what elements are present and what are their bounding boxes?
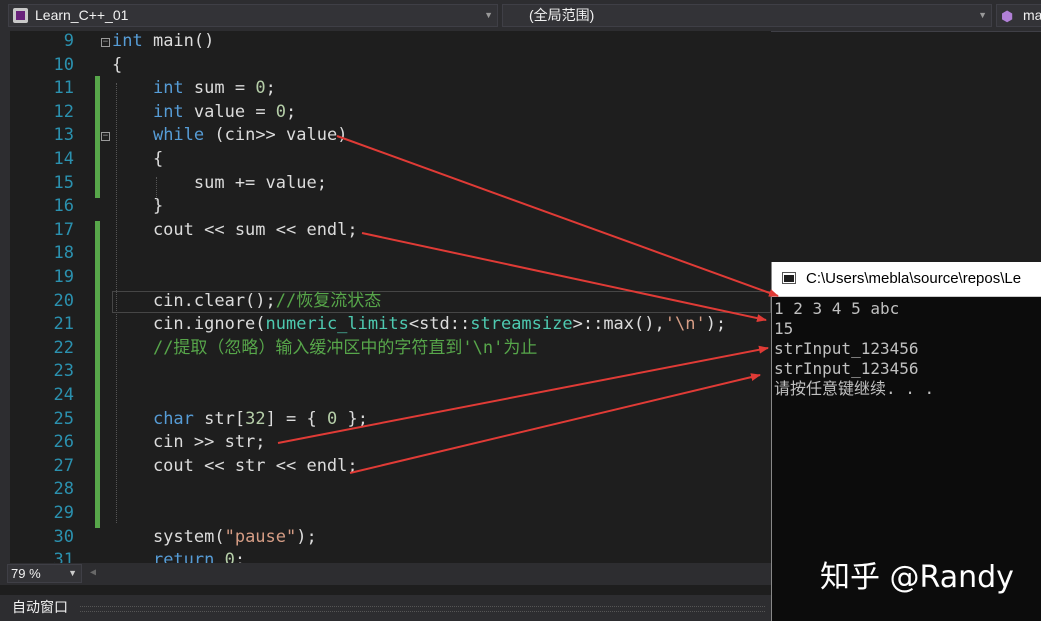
line-number: 15	[53, 172, 74, 193]
line-number: 17	[53, 219, 74, 240]
console-titlebar[interactable]: C:\Users\mebla\source\repos\Le	[772, 262, 1041, 297]
code-text: {	[112, 54, 123, 75]
project-dropdown[interactable]: Learn_C++_01 ▼	[8, 4, 498, 27]
code-line[interactable]: 30 system("pause");	[0, 526, 771, 550]
code-line[interactable]: 28	[0, 478, 771, 502]
member-dropdown[interactable]: ⬢ ma	[996, 4, 1041, 27]
code-line[interactable]: 15 sum += value;	[0, 172, 771, 196]
code-line[interactable]: 31 return 0;	[0, 549, 771, 563]
line-number: 22	[53, 337, 74, 358]
code-line[interactable]: 14 {	[0, 148, 771, 172]
chevron-down-icon: ▼	[484, 10, 493, 20]
code-text: int main()	[112, 31, 215, 51]
line-number: 13	[53, 125, 74, 146]
code-line[interactable]: 23	[0, 360, 771, 384]
console-line: strInput_123456	[774, 339, 919, 358]
code-line[interactable]: 27 cout << str << endl;	[0, 455, 771, 479]
line-number: 16	[53, 196, 74, 217]
code-text: {	[112, 149, 164, 169]
line-number: 9	[63, 31, 74, 51]
console-title: C:\Users\mebla\source\repos\Le	[806, 270, 1022, 287]
line-number: 24	[53, 385, 74, 405]
code-text: while (cin>> value)	[152, 125, 348, 146]
zoom-dropdown[interactable]: 79 % ▼	[7, 564, 82, 583]
code-text: cin >> str;	[112, 432, 266, 453]
code-text: sum += value;	[112, 172, 327, 193]
project-icon	[13, 8, 28, 23]
code-line[interactable]: 16 }	[0, 195, 771, 219]
code-line[interactable]: 19	[0, 266, 771, 290]
line-number: 10	[53, 54, 74, 75]
code-line[interactable]: 20 cin.clear();//恢复流状态	[0, 290, 771, 314]
line-number: 19	[53, 267, 74, 287]
line-number: 18	[53, 243, 74, 264]
cube-icon: ⬢	[1001, 8, 1014, 24]
code-line[interactable]: 25 char str[32] = { 0 };	[0, 408, 771, 432]
line-number: 23	[53, 361, 74, 382]
code-line[interactable]: 29	[0, 502, 771, 526]
zoom-level: 79 %	[11, 566, 41, 581]
code-line[interactable]: 18	[0, 242, 771, 266]
code-text: return 0;	[152, 550, 246, 563]
console-line: 15	[774, 319, 794, 338]
code-line[interactable]: 17 cout << sum << endl;	[0, 219, 771, 243]
member-label: ma	[1023, 7, 1041, 23]
code-text: cout << sum << endl;	[112, 219, 358, 240]
code-line[interactable]: 11 int sum = 0;	[0, 77, 771, 101]
code-line[interactable]: 9 int main()	[0, 31, 771, 54]
console-app-icon	[782, 272, 796, 284]
line-number: 31	[53, 550, 74, 563]
line-number: 30	[53, 526, 74, 547]
console-line: 请按任意键继续. . .	[774, 379, 935, 398]
console-line: strInput_123456	[774, 359, 919, 378]
console-line: 1 2 3 4 5 abc	[774, 299, 900, 318]
code-line[interactable]: 21 cin.ignore(numeric_limits<std::stream…	[0, 313, 771, 337]
code-text: cin.ignore(numeric_limits<std::streamsiz…	[112, 314, 727, 335]
line-number: 21	[53, 314, 74, 335]
code-text: }	[112, 196, 164, 217]
project-name: Learn_C++_01	[35, 7, 129, 23]
line-number: 27	[53, 455, 74, 476]
auto-window-label: 自动窗口	[12, 599, 68, 615]
editor-status-row: 79 % ▼ ◀	[0, 563, 771, 585]
line-number: 26	[53, 432, 74, 453]
code-text: int sum = 0;	[152, 78, 276, 99]
chevron-down-icon: ▼	[68, 568, 77, 578]
scope-dropdown[interactable]: (全局范围) ▼	[502, 4, 992, 27]
code-line[interactable]: 22 //提取（忽略）输入缓冲区中的字符直到'\n'为止	[0, 337, 771, 361]
scroll-left-icon[interactable]: ◀	[90, 567, 96, 578]
chevron-down-icon: ▼	[978, 10, 987, 20]
code-text: //提取（忽略）输入缓冲区中的字符直到'\n'为止	[152, 337, 538, 358]
panel-grip[interactable]	[80, 606, 765, 612]
line-number: 29	[53, 503, 74, 523]
code-text: cin.clear();//恢复流状态	[112, 290, 382, 311]
code-text: int value = 0;	[152, 101, 297, 122]
code-line[interactable]: 10 {	[0, 54, 771, 78]
line-number: 25	[53, 408, 74, 429]
line-number: 14	[53, 149, 74, 169]
line-number: 12	[53, 101, 74, 122]
navigation-bar: Learn_C++_01 ▼ (全局范围) ▼ ⬢ ma	[0, 0, 1041, 32]
auto-window-tab[interactable]: 自动窗口	[0, 585, 771, 621]
code-line[interactable]: 13 while (cin>> value)	[0, 124, 771, 148]
code-line[interactable]: 12 int value = 0;	[0, 101, 771, 125]
code-line[interactable]: 24	[0, 384, 771, 408]
scope-label: (全局范围)	[529, 7, 595, 23]
line-number: 11	[53, 78, 74, 99]
watermark: 知乎 @Randy	[820, 560, 1014, 595]
code-text: system("pause");	[112, 526, 317, 547]
code-text: char str[32] = { 0 };	[152, 408, 368, 429]
line-number: 20	[53, 290, 74, 311]
code-text: cout << str << endl;	[112, 455, 358, 476]
line-number: 28	[53, 479, 74, 500]
code-line[interactable]: 26 cin >> str;	[0, 431, 771, 455]
code-editor[interactable]: − − 9 int main() 10{11 int sum = 0; 12 int …	[0, 31, 771, 563]
